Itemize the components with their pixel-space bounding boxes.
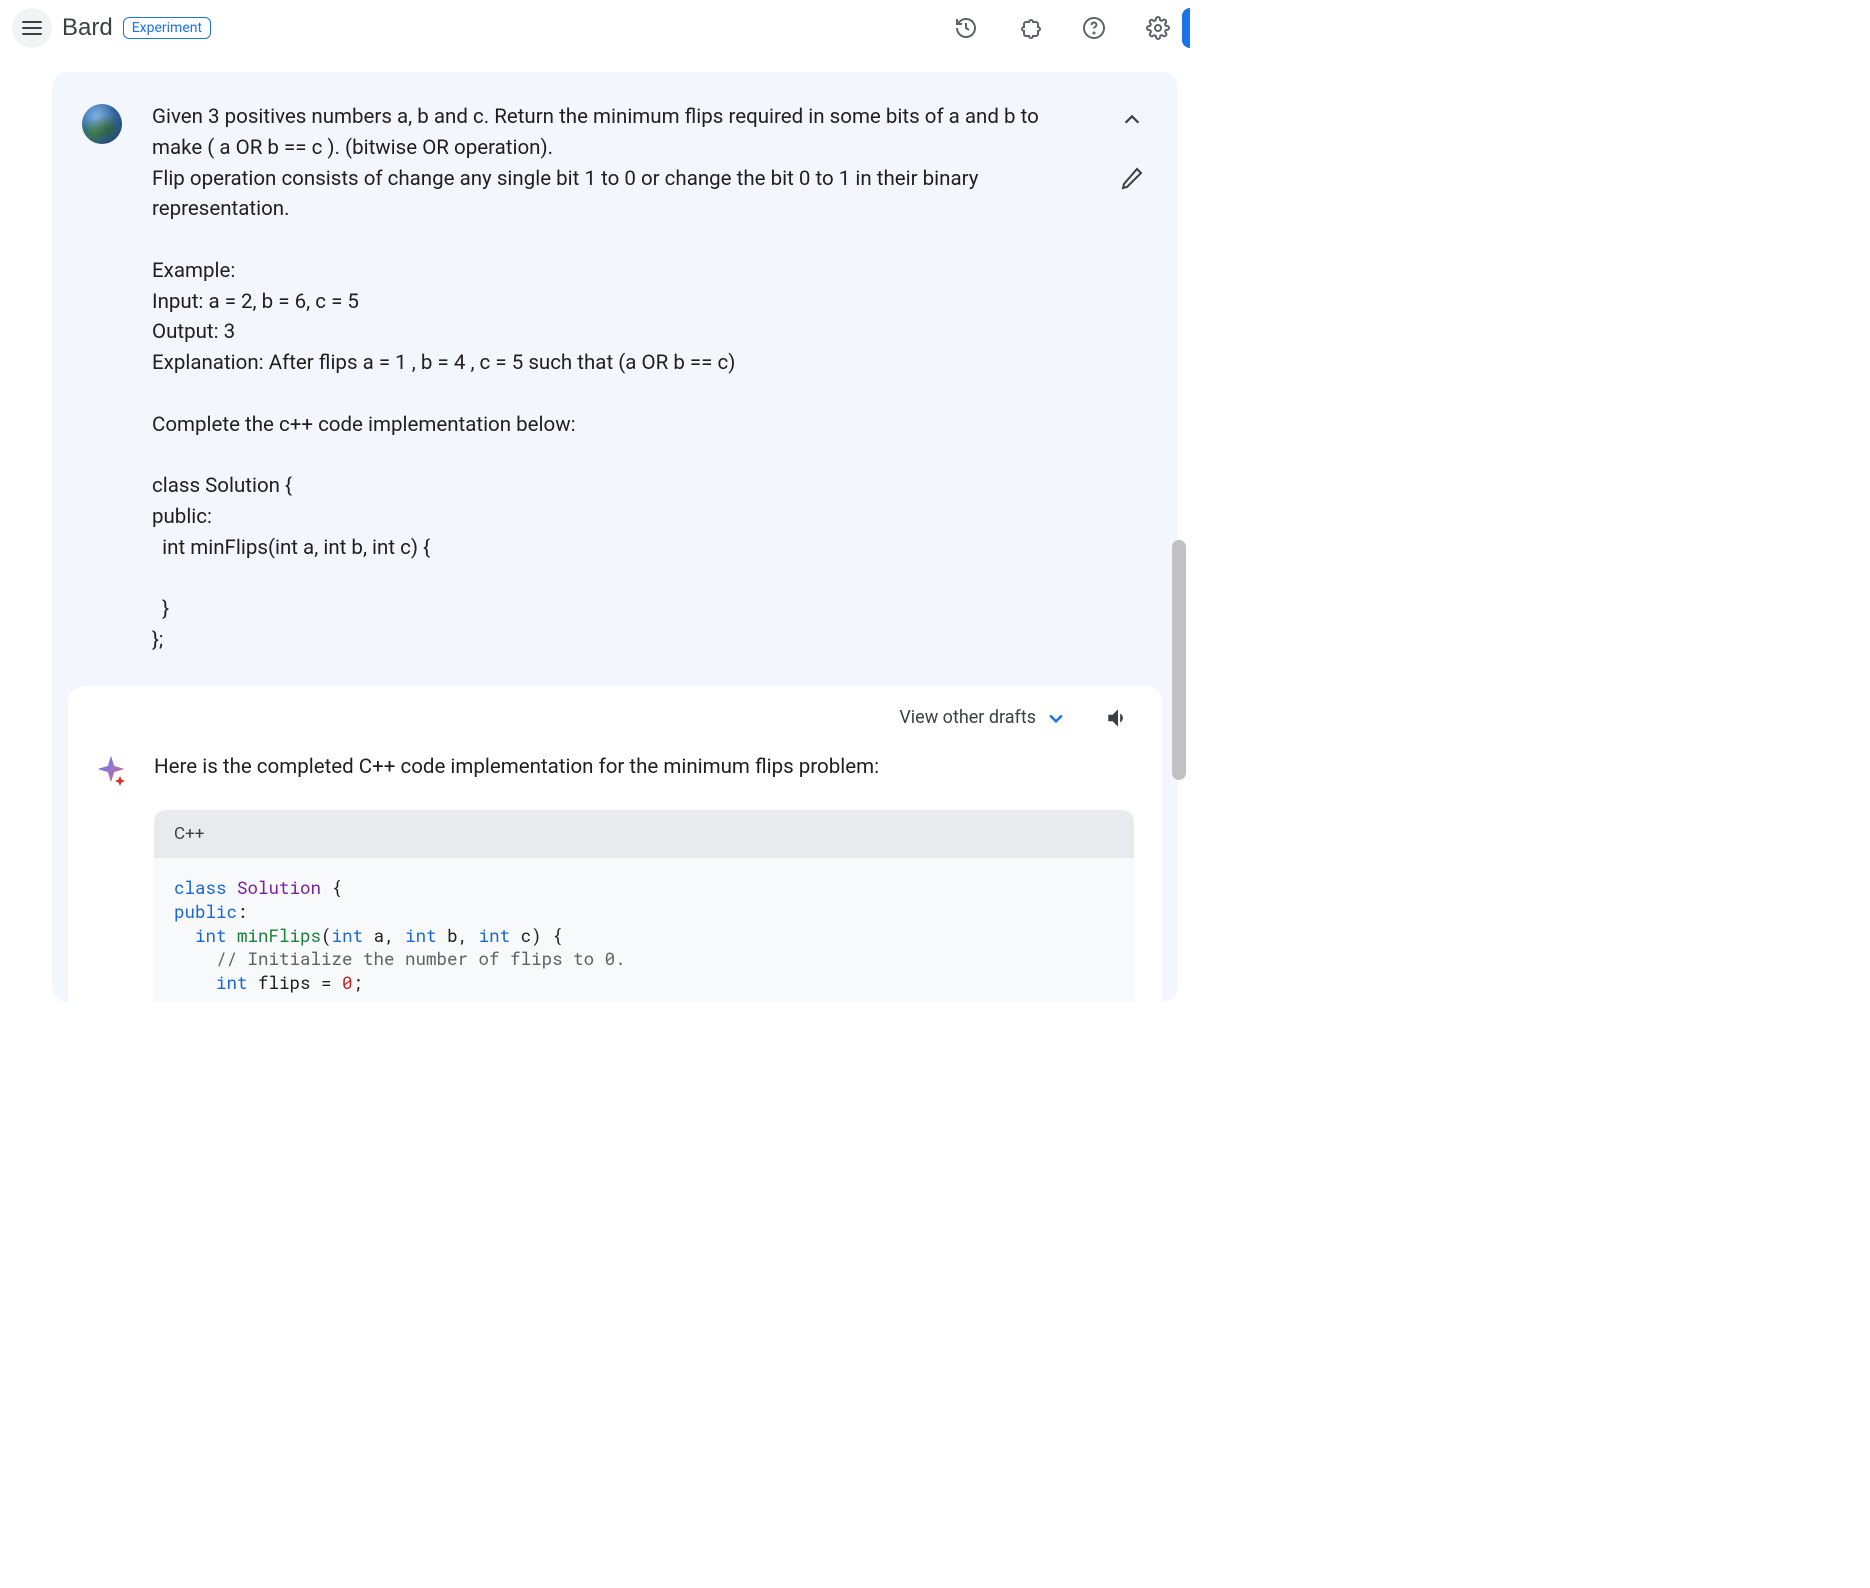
experiment-badge: Experiment xyxy=(123,17,211,39)
response-section: View other drafts xyxy=(68,686,1162,1003)
chat-container: Given 3 positives numbers a, b and c. Re… xyxy=(52,72,1178,1002)
history-button[interactable] xyxy=(946,8,986,48)
scrollbar-thumb[interactable] xyxy=(1172,540,1186,780)
view-drafts-button[interactable]: View other drafts xyxy=(899,707,1066,728)
chevron-up-icon xyxy=(1121,109,1143,131)
history-icon xyxy=(954,16,978,40)
profile-avatar-edge[interactable] xyxy=(1182,8,1190,48)
puzzle-icon xyxy=(1018,16,1042,40)
edit-button[interactable] xyxy=(1114,160,1150,196)
help-icon xyxy=(1082,16,1106,40)
view-drafts-label: View other drafts xyxy=(899,707,1036,728)
hamburger-icon xyxy=(22,21,42,35)
settings-button[interactable] xyxy=(1138,8,1178,48)
extensions-button[interactable] xyxy=(1010,8,1050,48)
help-button[interactable] xyxy=(1074,8,1114,48)
user-message-text: Given 3 positives numbers a, b and c. Re… xyxy=(152,102,1058,656)
code-language-label: C++ xyxy=(154,810,1134,858)
pencil-icon xyxy=(1120,166,1144,190)
sparkle-icon xyxy=(94,752,130,788)
speaker-button[interactable] xyxy=(1102,702,1134,734)
collapse-button[interactable] xyxy=(1114,102,1150,138)
speaker-icon xyxy=(1105,705,1131,731)
scrollbar-track[interactable] xyxy=(1174,60,1188,1010)
user-message: Given 3 positives numbers a, b and c. Re… xyxy=(52,72,1178,686)
code-content: class Solution { public: int minFlips(in… xyxy=(154,858,1134,1002)
code-block: C++ class Solution { public: int minFlip… xyxy=(154,810,1134,1002)
chevron-down-icon xyxy=(1046,708,1066,728)
app-title: Bard xyxy=(62,14,113,42)
gear-icon xyxy=(1146,16,1170,40)
user-avatar xyxy=(82,104,122,144)
response-intro: Here is the completed C++ code implement… xyxy=(154,752,1134,783)
menu-button[interactable] xyxy=(12,8,52,48)
